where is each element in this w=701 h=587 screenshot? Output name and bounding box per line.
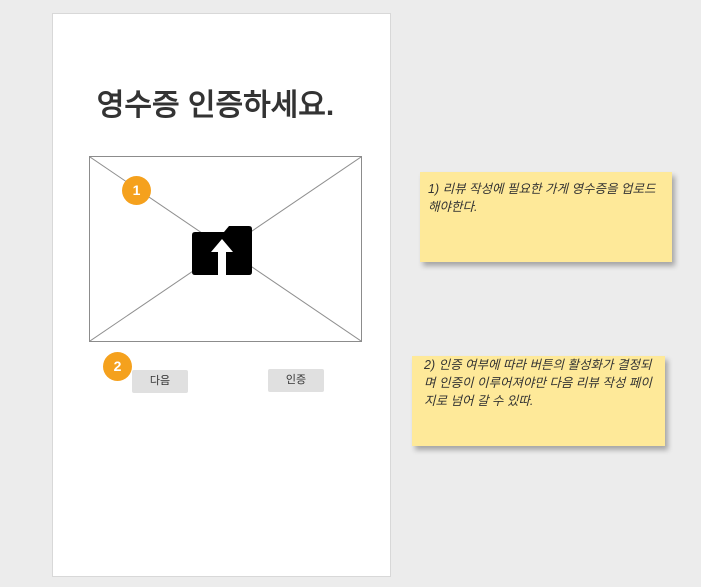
sticky-note-1: 1) 리뷰 작성에 필요한 가게 영수증을 업로드 해야한다.: [420, 172, 672, 262]
annotation-badge-2: 2: [103, 352, 132, 381]
verify-button[interactable]: 인증: [268, 369, 324, 392]
folder-upload-icon[interactable]: [192, 226, 252, 275]
annotation-badge-1: 1: [122, 176, 151, 205]
page-title: 영수증 인증하세요.: [96, 89, 335, 122]
sticky-note-text: 2) 인증 여부에 따라 버튼의 활성화가 결정되며 인증이 이루어져야만 다음…: [424, 358, 652, 408]
next-button[interactable]: 다음: [132, 370, 188, 393]
phone-screen: 영수증 인증하세요. 1 2 다음 인증: [52, 13, 391, 577]
sticky-note-2: 2) 인증 여부에 따라 버튼의 활성화가 결정되며 인증이 이루어져야만 다음…: [412, 356, 665, 446]
sticky-note-text: 1) 리뷰 작성에 필요한 가게 영수증을 업로드 해야한다.: [428, 182, 656, 214]
